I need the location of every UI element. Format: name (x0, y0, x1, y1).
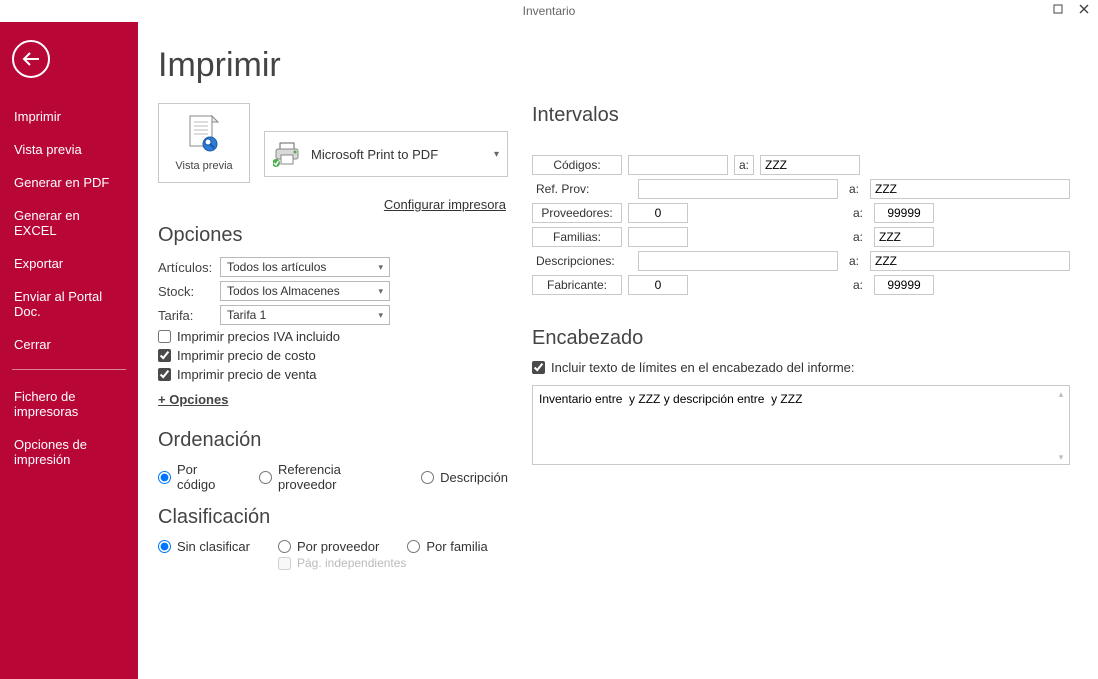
sidebar-item-0[interactable]: Imprimir (12, 100, 126, 133)
page-title: Imprimir (158, 46, 508, 85)
independent-pages-checkbox (278, 557, 291, 570)
interval-to-4[interactable] (870, 251, 1070, 271)
interval-a-5: a: (848, 275, 868, 295)
back-button[interactable] (12, 40, 50, 78)
interval-label-4: Descripciones: (532, 251, 622, 271)
interval-to-3[interactable] (874, 227, 934, 247)
interval-a-0: a: (734, 155, 754, 175)
interval-to-5[interactable] (874, 275, 934, 295)
chevron-down-icon: ▾ (378, 262, 383, 273)
independent-pages-label: Pág. independientes (297, 556, 406, 570)
classification-radio-1[interactable] (278, 540, 291, 553)
classification-radio-label-0: Sin clasificar (177, 539, 250, 554)
interval-a-2: a: (848, 203, 868, 223)
interval-from-2[interactable] (628, 203, 688, 223)
more-options-link[interactable]: + Opciones (158, 392, 228, 407)
sidebar-item-1[interactable]: Vista previa (12, 133, 126, 166)
option-check-label-2: Imprimir precio de venta (177, 367, 316, 382)
ordering-radio-label-1: Referencia proveedor (278, 462, 399, 492)
sidebar-item-6[interactable]: Cerrar (12, 328, 126, 361)
include-header-checkbox[interactable] (532, 361, 545, 374)
document-preview-icon (184, 114, 224, 158)
option-select-0[interactable]: Todos los artículos▾ (220, 257, 390, 277)
ordering-heading: Ordenación (158, 429, 508, 452)
maximize-button[interactable] (1048, 0, 1068, 18)
classification-radio-0[interactable] (158, 540, 171, 553)
sidebar-item-5[interactable]: Enviar al Portal Doc. (12, 280, 126, 328)
chevron-down-icon: ▾ (378, 286, 383, 297)
interval-to-0[interactable] (760, 155, 860, 175)
ordering-radio-2[interactable] (421, 471, 434, 484)
preview-label: Vista previa (175, 160, 232, 172)
ordering-radio-label-0: Por código (177, 462, 237, 492)
sidebar-extra-0[interactable]: Fichero de impresoras (12, 380, 126, 428)
classification-radio-2[interactable] (407, 540, 420, 553)
interval-label-5: Fabricante: (532, 275, 622, 295)
window-title: Inventario (523, 4, 576, 18)
classification-option-0[interactable]: Sin clasificar (158, 539, 250, 554)
interval-to-1[interactable] (870, 179, 1070, 199)
option-check-label-0: Imprimir precios IVA incluido (177, 329, 340, 344)
interval-a-1: a: (844, 179, 864, 199)
textarea-scroll-down[interactable]: ▾ (1054, 450, 1068, 464)
header-section-heading: Encabezado (532, 327, 1070, 350)
configure-printer-link[interactable]: Configurar impresora (384, 197, 506, 212)
interval-from-4[interactable] (638, 251, 838, 271)
option-label-0: Artículos: (158, 260, 220, 275)
ordering-radio-label-2: Descripción (440, 470, 508, 485)
close-button[interactable] (1074, 0, 1094, 18)
interval-from-5[interactable] (628, 275, 688, 295)
option-check-label-1: Imprimir precio de costo (177, 348, 316, 363)
intervals-heading: Intervalos (532, 104, 1070, 127)
classification-option-1[interactable]: Por proveedor (278, 539, 379, 554)
interval-to-2[interactable] (874, 203, 934, 223)
classification-radio-label-1: Por proveedor (297, 539, 379, 554)
interval-label-3: Familias: (532, 227, 622, 247)
sidebar-separator (12, 369, 126, 370)
interval-from-3[interactable] (628, 227, 688, 247)
option-label-2: Tarifa: (158, 308, 220, 323)
option-check-1[interactable] (158, 349, 171, 362)
option-label-1: Stock: (158, 284, 220, 299)
chevron-down-icon: ▾ (494, 149, 499, 160)
interval-from-0[interactable] (628, 155, 728, 175)
classification-radio-label-2: Por familia (426, 539, 487, 554)
interval-a-3: a: (848, 227, 868, 247)
sidebar-item-4[interactable]: Exportar (12, 247, 126, 280)
options-heading: Opciones (158, 224, 508, 247)
interval-label-1: Ref. Prov: (532, 179, 622, 199)
interval-a-4: a: (844, 251, 864, 271)
interval-from-1[interactable] (638, 179, 838, 199)
sidebar-item-3[interactable]: Generar en EXCEL (12, 199, 126, 247)
option-select-2[interactable]: Tarifa 1▾ (220, 305, 390, 325)
chevron-down-icon: ▾ (378, 310, 383, 321)
printer-icon (273, 141, 301, 167)
sidebar-item-2[interactable]: Generar en PDF (12, 166, 126, 199)
option-check-2[interactable] (158, 368, 171, 381)
preview-button[interactable]: Vista previa (158, 103, 250, 183)
ordering-radio-0[interactable] (158, 471, 171, 484)
option-check-0[interactable] (158, 330, 171, 343)
option-select-1[interactable]: Todos los Almacenes▾ (220, 281, 390, 301)
printer-select[interactable]: Microsoft Print to PDF ▾ (264, 131, 508, 177)
ordering-radio-1[interactable] (259, 471, 272, 484)
interval-label-0: Códigos: (532, 155, 622, 175)
classification-heading: Clasificación (158, 506, 508, 529)
ordering-option-0[interactable]: Por código (158, 462, 237, 492)
ordering-option-1[interactable]: Referencia proveedor (259, 462, 399, 492)
interval-label-2: Proveedores: (532, 203, 622, 223)
ordering-option-2[interactable]: Descripción (421, 470, 508, 485)
header-textarea[interactable] (532, 385, 1070, 465)
sidebar-extra-1[interactable]: Opciones de impresión (12, 428, 126, 476)
include-header-label: Incluir texto de límites en el encabezad… (551, 360, 855, 375)
printer-name: Microsoft Print to PDF (311, 147, 438, 162)
classification-option-2[interactable]: Por familia (407, 539, 487, 554)
textarea-scroll-up[interactable]: ▴ (1054, 387, 1068, 401)
sidebar: ImprimirVista previaGenerar en PDFGenera… (0, 22, 138, 679)
